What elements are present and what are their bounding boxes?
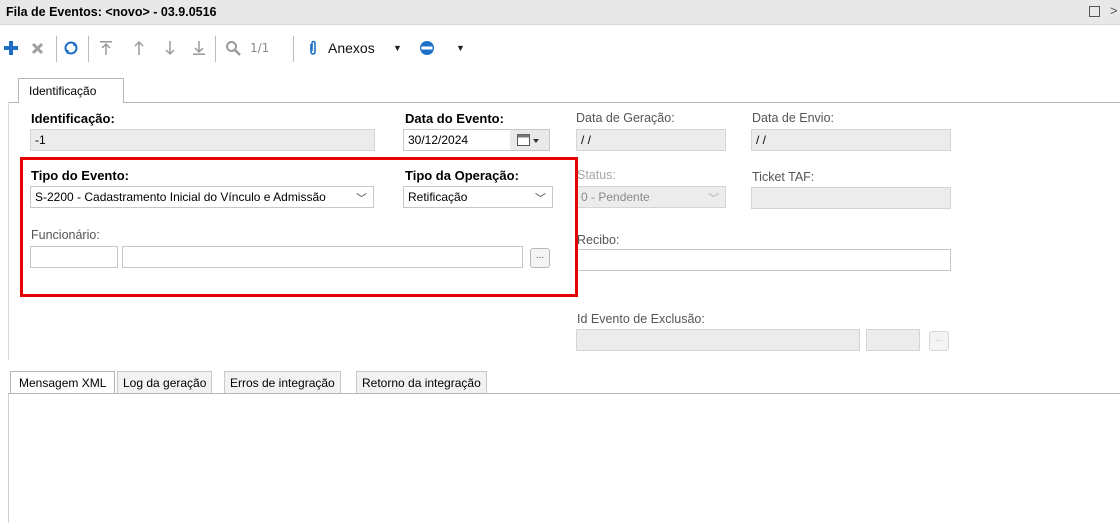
tipo-operacao-select[interactable]: Retificação ﹀ bbox=[403, 186, 553, 208]
tab-divider bbox=[8, 102, 1120, 103]
toolbar-separator bbox=[215, 36, 216, 62]
tab-identificacao[interactable]: Identificação bbox=[18, 78, 124, 103]
integration-icon bbox=[420, 41, 434, 55]
status-value: 0 - Pendente bbox=[581, 190, 650, 204]
anexos-button[interactable]: Anexos bbox=[328, 40, 375, 56]
plus-icon bbox=[4, 41, 18, 55]
window-title: Fila de Eventos: <novo> - 03.9.0516 bbox=[6, 5, 217, 19]
id-evento-exclusao-field[interactable] bbox=[576, 329, 860, 351]
search-button[interactable] bbox=[224, 38, 242, 58]
arrow-up-icon bbox=[134, 40, 144, 55]
id-evento-exclusao-code-field[interactable] bbox=[866, 329, 920, 351]
panel-border bbox=[8, 102, 9, 360]
tab-identificacao-label: Identificação bbox=[29, 84, 97, 98]
refresh-icon bbox=[64, 41, 78, 55]
identificacao-field[interactable]: -1 bbox=[30, 129, 375, 151]
tipo-evento-value: S-2200 - Cadastramento Inicial do Víncul… bbox=[35, 190, 326, 204]
recibo-label: Recibo: bbox=[577, 233, 620, 247]
funcionario-lookup-button[interactable]: ... bbox=[530, 248, 550, 268]
xml-message-panel[interactable] bbox=[8, 393, 1120, 523]
first-record-button[interactable] bbox=[98, 38, 114, 58]
arrow-down-icon bbox=[165, 41, 175, 56]
chevron-down-icon: ﹀ bbox=[708, 193, 719, 205]
chevron-down-icon: ﹀ bbox=[356, 193, 367, 205]
previous-record-button[interactable] bbox=[131, 38, 147, 58]
title-bar: Fila de Eventos: <novo> - 03.9.0516 > bbox=[0, 0, 1120, 25]
funcionario-label: Funcionário: bbox=[31, 228, 100, 242]
integration-dropdown-icon[interactable]: ▼ bbox=[456, 43, 465, 53]
delete-button[interactable] bbox=[28, 38, 46, 58]
calendar-button[interactable] bbox=[510, 129, 550, 151]
toolbar: 1/1 Anexos ▼ ▼ bbox=[0, 28, 1120, 70]
toolbar-separator bbox=[88, 36, 89, 62]
ticket-taf-field[interactable] bbox=[751, 187, 951, 209]
last-record-button[interactable] bbox=[191, 38, 207, 58]
tab-log-geracao[interactable]: Log da geração bbox=[117, 371, 213, 394]
data-envio-field[interactable]: / / bbox=[751, 129, 951, 151]
toolbar-separator bbox=[56, 36, 57, 62]
tipo-evento-select[interactable]: S-2200 - Cadastramento Inicial do Víncul… bbox=[30, 186, 374, 208]
status-select[interactable]: 0 - Pendente ﹀ bbox=[576, 186, 726, 208]
calendar-icon bbox=[517, 134, 539, 146]
ticket-taf-label: Ticket TAF: bbox=[752, 170, 815, 184]
tipo-operacao-value: Retificação bbox=[408, 190, 468, 204]
add-button[interactable] bbox=[2, 38, 20, 58]
data-geracao-field[interactable]: / / bbox=[576, 129, 726, 151]
tipo-evento-label: Tipo do Evento: bbox=[31, 168, 129, 183]
maximize-icon[interactable] bbox=[1089, 6, 1100, 17]
arrow-top-icon bbox=[100, 41, 112, 55]
recibo-field[interactable] bbox=[576, 249, 951, 271]
tab-retorno-integracao[interactable]: Retorno da integração bbox=[356, 371, 487, 394]
integration-button[interactable] bbox=[418, 38, 436, 58]
status-label: Status: bbox=[577, 168, 616, 182]
chevron-down-icon: ﹀ bbox=[535, 193, 546, 205]
attachment-icon[interactable] bbox=[306, 38, 320, 58]
id-evento-exclusao-lookup-button[interactable]: ... bbox=[929, 331, 949, 351]
tab-mensagem-xml[interactable]: Mensagem XML bbox=[10, 371, 116, 394]
funcionario-code-field[interactable] bbox=[30, 246, 118, 268]
next-record-button[interactable] bbox=[162, 38, 178, 58]
tab-erros-integracao[interactable]: Erros de integração bbox=[224, 371, 341, 394]
close-icon[interactable]: > bbox=[1110, 3, 1118, 18]
data-envio-label: Data de Envio: bbox=[752, 111, 834, 125]
anexos-dropdown-icon[interactable]: ▼ bbox=[393, 43, 402, 53]
arrow-bottom-icon bbox=[193, 41, 205, 55]
tipo-operacao-label: Tipo da Operação: bbox=[405, 168, 519, 183]
funcionario-name-field[interactable] bbox=[122, 246, 523, 268]
x-icon bbox=[31, 42, 43, 54]
identificacao-label: Identificação: bbox=[31, 111, 115, 126]
refresh-button[interactable] bbox=[62, 38, 80, 58]
id-evento-exclusao-label: Id Evento de Exclusão: bbox=[577, 312, 705, 326]
pager-indicator: 1/1 bbox=[250, 41, 270, 55]
data-geracao-label: Data de Geração: bbox=[576, 111, 675, 125]
search-icon bbox=[226, 41, 241, 56]
toolbar-separator bbox=[293, 36, 294, 62]
data-evento-label: Data do Evento: bbox=[405, 111, 504, 126]
data-evento-field[interactable]: 30/12/2024 bbox=[403, 129, 511, 151]
